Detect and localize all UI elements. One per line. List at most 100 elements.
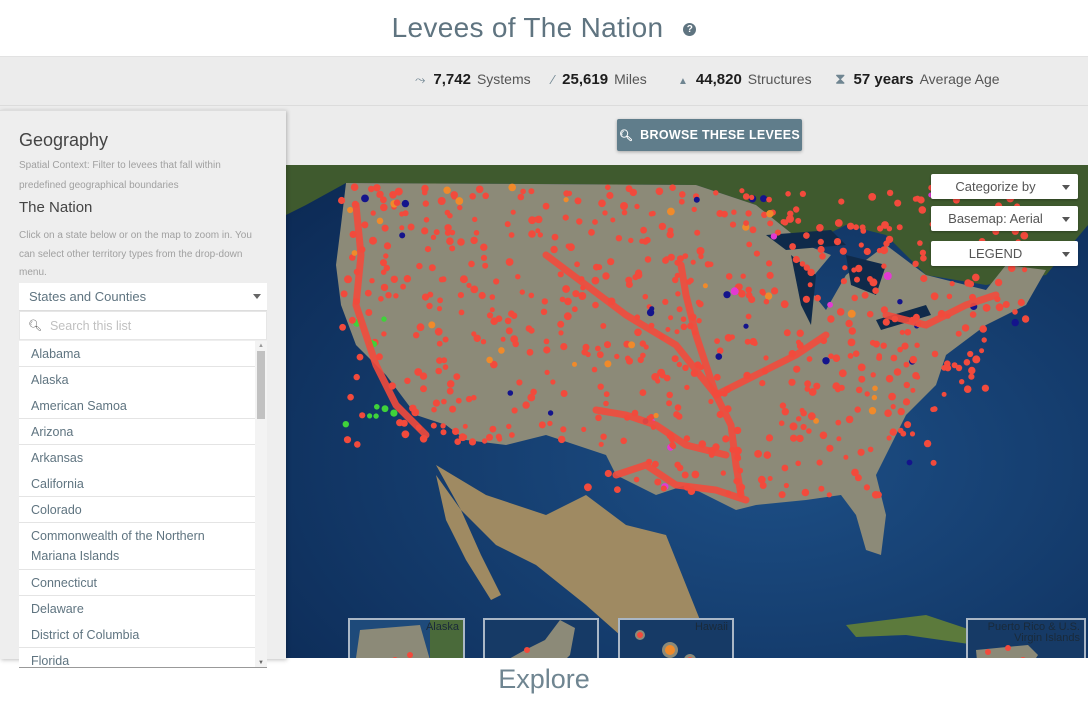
levee-point[interactable] [944,360,951,367]
levee-point[interactable] [422,200,429,207]
levee-point[interactable] [714,338,720,344]
levee-point[interactable] [597,383,604,390]
levee-point[interactable] [682,364,689,371]
levee-point[interactable] [839,247,847,255]
levee-point[interactable] [796,434,804,443]
levee-point[interactable] [847,353,854,359]
levee-point[interactable] [904,328,912,336]
levee-point[interactable] [344,275,352,284]
levee-point[interactable] [404,377,411,384]
levee-point[interactable] [981,337,987,343]
levee-point[interactable] [588,229,595,236]
levee-point[interactable] [629,188,637,197]
levee-point[interactable] [857,448,865,456]
levee-point[interactable] [369,236,377,245]
levee-point[interactable] [743,220,749,226]
levee-point[interactable] [510,312,518,319]
levee-point[interactable] [482,192,489,200]
levee-point[interactable] [804,386,811,392]
levee-point[interactable] [562,214,569,221]
levee-point[interactable] [771,287,779,295]
levee-point[interactable] [854,276,860,283]
search-list-field[interactable]: 🔍︎ [19,311,267,340]
levee-point[interactable] [446,387,454,395]
levee-point[interactable] [486,312,494,319]
levee-point[interactable] [342,421,349,428]
levee-point[interactable] [380,196,387,204]
search-list-input[interactable] [49,318,250,333]
levee-point[interactable] [558,435,566,444]
levee-point[interactable] [424,246,432,253]
levee-point[interactable] [803,232,810,239]
levee-point[interactable] [883,272,892,280]
levee-point[interactable] [339,323,346,331]
levee-point[interactable] [836,308,845,316]
levee-point[interactable] [486,356,493,364]
levee-point[interactable] [696,247,705,255]
levee-point[interactable] [480,243,488,251]
levee-point[interactable] [968,373,975,380]
levee-point[interactable] [899,329,905,335]
levee-point[interactable] [681,471,689,479]
levee-point[interactable] [827,301,833,308]
levee-point[interactable] [449,245,456,252]
levee-point[interactable] [378,296,384,302]
levee-point[interactable] [347,393,354,401]
levee-point[interactable] [795,460,801,467]
levee-point[interactable] [931,350,939,358]
levee-point[interactable] [544,369,550,375]
levee-point[interactable] [713,190,719,196]
levee-point[interactable] [767,220,774,227]
levee-point[interactable] [674,404,682,411]
levee-point[interactable] [381,331,387,337]
levee-point[interactable] [765,434,774,442]
levee-point[interactable] [551,233,559,241]
levee-point[interactable] [598,441,604,447]
levee-point[interactable] [834,219,843,227]
levee-point[interactable] [918,206,927,214]
levee-point[interactable] [614,486,621,493]
levee-point[interactable] [470,285,479,294]
levee-point[interactable] [749,226,757,234]
levee-point[interactable] [838,369,847,378]
levee-point[interactable] [855,386,863,394]
levee-point[interactable] [369,278,375,284]
levee-point[interactable] [1012,309,1018,315]
levee-point[interactable] [800,423,807,431]
levee-point[interactable] [399,232,406,239]
levee-point[interactable] [666,400,673,407]
levee-point[interactable] [886,189,894,197]
levee-point[interactable] [591,276,600,285]
levee-point[interactable] [605,184,611,191]
levee-point[interactable] [516,379,523,386]
levee-point[interactable] [917,240,923,246]
levee-point[interactable] [949,281,955,287]
levee-point[interactable] [671,355,679,363]
levee-point[interactable] [500,336,506,342]
levee-point[interactable] [672,276,679,284]
levee-point[interactable] [690,259,696,265]
levee-point[interactable] [871,394,878,401]
levee-point[interactable] [676,464,684,472]
levee-point[interactable] [969,311,977,318]
levee-point[interactable] [566,190,573,197]
levee-point[interactable] [459,275,468,284]
levee-point[interactable] [640,226,647,234]
levee-point[interactable] [543,346,551,354]
levee-point[interactable] [783,329,791,337]
levee-point[interactable] [838,198,845,205]
levee-point[interactable] [796,329,804,337]
levee-point[interactable] [650,210,656,217]
browse-levees-button[interactable]: 🔍︎ BROWSE THESE LEVEES [617,119,802,151]
levee-point[interactable] [745,210,752,217]
levee-point[interactable] [390,275,398,283]
levee-point[interactable] [963,359,971,366]
levee-point[interactable] [827,315,835,323]
levee-point[interactable] [383,264,390,272]
levee-point[interactable] [904,421,912,429]
levee-point[interactable] [615,235,623,242]
levee-point[interactable] [972,355,981,364]
levee-point[interactable] [540,308,548,315]
levee-point[interactable] [562,285,570,293]
levee-point[interactable] [832,354,841,362]
